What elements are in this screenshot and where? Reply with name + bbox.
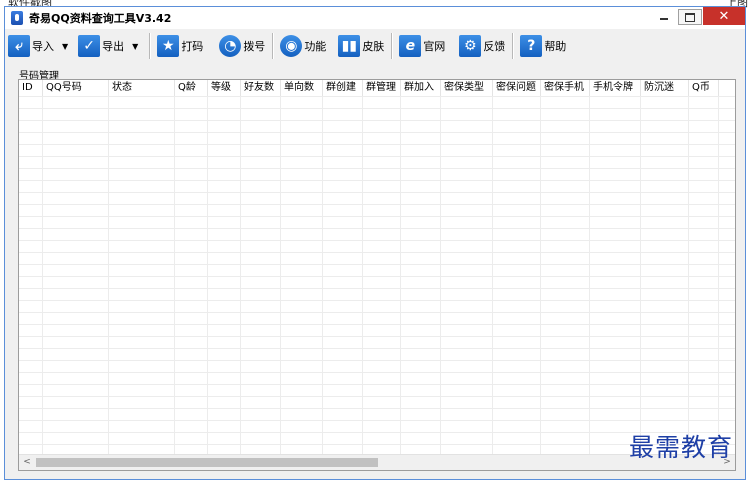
grid-column-line (440, 96, 441, 454)
grid-column-line (174, 96, 175, 454)
column-header[interactable]: 群管理 (363, 80, 401, 96)
grid-column-line (240, 96, 241, 454)
toolbar: ⤶ 导入 ▼ ✓ 导出 ▼ ★ 打码 ◔ 拨号 ◉ 功能 ▮▮ 皮肤 e 官网 … (5, 29, 745, 63)
skin-label: 皮肤 (362, 40, 385, 53)
star-icon: ★ (157, 35, 180, 57)
title-bar[interactable]: 奇易QQ资料查询工具V3.42 ✕ (5, 7, 745, 29)
gears-icon: ⚙ (459, 35, 482, 57)
bars-icon: ▮▮ (338, 35, 361, 57)
export-dropdown-icon[interactable]: ▼ (132, 42, 138, 51)
feedback-label: 反馈 (483, 40, 506, 53)
import-label: 导入 (32, 40, 54, 53)
column-header[interactable]: 密保手机 (541, 80, 590, 96)
column-header[interactable]: Q龄 (175, 80, 208, 96)
column-header[interactable]: 防沉迷 (641, 80, 689, 96)
column-header[interactable]: 密保问题 (493, 80, 541, 96)
column-header[interactable]: 状态 (109, 80, 175, 96)
grid-column-line (400, 96, 401, 454)
website-button[interactable]: e 官网 (396, 32, 448, 60)
toolbar-separator (149, 33, 151, 59)
import-dropdown-icon[interactable]: ▼ (62, 42, 68, 51)
column-header[interactable]: ID (19, 80, 43, 96)
help-button[interactable]: ? 帮助 (517, 32, 569, 60)
export-icon: ✓ (78, 35, 101, 57)
column-header[interactable]: 等级 (208, 80, 241, 96)
grid-column-line (108, 96, 109, 454)
code-button[interactable]: ★ 打码 (154, 32, 206, 60)
column-header[interactable]: 单向数 (281, 80, 323, 96)
skin-button[interactable]: ▮▮ 皮肤 (335, 32, 387, 60)
toolbar-separator (391, 33, 393, 59)
pie-icon: ◔ (219, 35, 242, 57)
toolbar-separator (272, 33, 274, 59)
column-header[interactable]: QQ号码 (43, 80, 109, 96)
maximize-icon (685, 12, 695, 22)
export-label: 导出 (102, 40, 125, 53)
grid-column-line (718, 96, 719, 454)
grid-column-line (42, 96, 43, 454)
qq-data-grid[interactable]: ID QQ号码 状态 Q龄 等级 好友数 单向数 群创建 群管理 群加入 密保类型 密保问题 密保手机手… (18, 79, 736, 471)
column-header[interactable]: Q币 (689, 80, 719, 96)
window-title: 奇易QQ资料查询工具V3.42 (29, 12, 172, 25)
grid-body[interactable] (19, 96, 735, 454)
column-header[interactable]: 好友数 (241, 80, 281, 96)
features-button[interactable]: ◉ 功能 (277, 32, 329, 60)
grid-column-line (640, 96, 641, 454)
column-header[interactable]: 群创建 (323, 80, 363, 96)
screenshot-stage: 软件截图 上图 奇易QQ资料查询工具V3.42 ✕ ⤶ 导入 ▼ ✓ 导出 ▼ (0, 0, 754, 484)
help-label: 帮助 (544, 40, 567, 53)
column-header[interactable]: 群加入 (401, 80, 441, 96)
dial-label: 拨号 (243, 40, 266, 53)
grid-column-line (362, 96, 363, 454)
import-icon: ⤶ (8, 35, 30, 57)
scroll-thumb[interactable] (36, 458, 378, 467)
horizontal-scrollbar[interactable]: < > (19, 454, 735, 470)
column-header[interactable]: 手机令牌 (590, 80, 641, 96)
grid-column-line (492, 96, 493, 454)
window-controls: ✕ (650, 7, 745, 27)
import-button[interactable]: ⤶ 导入 ▼ (5, 32, 75, 60)
column-header[interactable]: 密保类型 (441, 80, 493, 96)
toolbar-separator (512, 33, 514, 59)
maximize-button[interactable] (678, 9, 702, 25)
app-window: 奇易QQ资料查询工具V3.42 ✕ ⤶ 导入 ▼ ✓ 导出 ▼ ★ 打码 ◔ 拨… (4, 6, 746, 480)
scroll-left-icon[interactable]: < (22, 457, 32, 468)
grid-column-line (322, 96, 323, 454)
export-button[interactable]: ✓ 导出 ▼ (75, 32, 145, 60)
close-button[interactable]: ✕ (703, 7, 745, 25)
minimize-button[interactable] (651, 7, 677, 25)
grid-column-line (280, 96, 281, 454)
grid-column-line (589, 96, 590, 454)
code-label: 打码 (181, 40, 204, 53)
dial-button[interactable]: ◔ 拨号 (216, 32, 268, 60)
watermark: 最需教育 (628, 433, 733, 462)
grid-column-line (688, 96, 689, 454)
app-icon (11, 11, 23, 25)
disc-icon: ◉ (280, 35, 303, 57)
grid-column-line (540, 96, 541, 454)
feedback-button[interactable]: ⚙ 反馈 (456, 32, 508, 60)
grid-header: ID QQ号码 状态 Q龄 等级 好友数 单向数 群创建 群管理 群加入 密保类型 密保问题 密保手机手… (19, 80, 735, 97)
grid-column-line (207, 96, 208, 454)
website-label: 官网 (423, 40, 446, 53)
minimize-icon (660, 18, 668, 20)
ie-icon: e (399, 35, 422, 57)
features-label: 功能 (304, 40, 327, 53)
question-icon: ? (520, 35, 543, 57)
